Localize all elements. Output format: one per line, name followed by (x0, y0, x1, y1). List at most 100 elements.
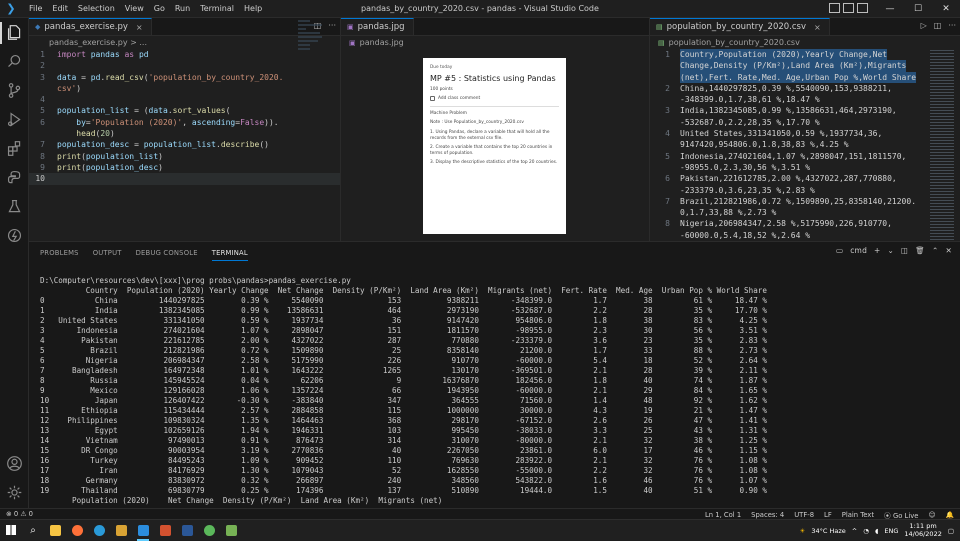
breadcrumb[interactable]: pandas_exercise.py > ... (29, 36, 340, 49)
menu-selection[interactable]: Selection (73, 4, 120, 13)
toggle-sidebar-icon[interactable] (829, 3, 840, 13)
menu-file[interactable]: File (24, 4, 47, 13)
search-icon[interactable] (5, 52, 24, 71)
code-line[interactable]: 1 import pandas as pd (29, 49, 340, 60)
feedback-icon[interactable]: ☺ (928, 511, 935, 519)
more-actions-icon[interactable]: ··· (328, 21, 336, 30)
menu-view[interactable]: View (120, 4, 149, 13)
csv-line[interactable]: (net),Fert. Rate,Med. Age,Urban Pop %,Wo… (650, 71, 960, 83)
run-debug-icon[interactable] (5, 110, 24, 129)
explorer-icon[interactable] (5, 23, 24, 42)
terminal-output[interactable]: D:\Computer\resources\dev\[xxx]\prog pro… (40, 276, 940, 506)
language-mode[interactable]: Plain Text (842, 511, 874, 519)
windows-start-icon[interactable] (0, 520, 22, 541)
file-explorer-icon[interactable] (44, 520, 66, 541)
csv-line[interactable]: 4 United States,331341050,0.59 %,1937734,… (650, 128, 960, 139)
menu-go[interactable]: Go (149, 4, 170, 13)
minimap[interactable] (298, 18, 326, 98)
code-line[interactable]: 8 print(population_list) (29, 151, 340, 162)
panel-tab-output[interactable]: OUTPUT (93, 244, 122, 260)
search-icon[interactable]: ⌕ (22, 520, 44, 541)
language-indicator[interactable]: ENG (884, 527, 898, 535)
csv-line[interactable]: -98955.0,2.3,30,56 %,3.51 % (650, 162, 960, 173)
encoding[interactable]: UTF-8 (794, 511, 814, 519)
maximize-button[interactable]: ☐ (904, 0, 932, 18)
run-file-icon[interactable]: ▷ (921, 21, 927, 30)
split-terminal-icon[interactable]: ◫ (901, 246, 908, 255)
go-live-button[interactable]: ⦿ Go Live (884, 510, 918, 520)
csv-line[interactable]: -233379.0,3.6,23,35 %,2.83 % (650, 185, 960, 196)
notifications-bell-icon[interactable]: 🔔 (946, 511, 954, 519)
remote-explorer-icon[interactable] (5, 226, 24, 245)
code-line[interactable]: 10 (29, 173, 340, 185)
powerpoint-icon[interactable] (154, 520, 176, 541)
account-icon[interactable] (5, 454, 24, 473)
csv-line[interactable]: 2 China,1440297825,0.39 %,5540090,153,938… (650, 83, 960, 94)
csv-line[interactable]: 3 India,1382345085,0.99 %,13586631,464,29… (650, 105, 960, 116)
tab-pandas-exercise-py[interactable]: ◆ pandas_exercise.py × (29, 18, 152, 35)
csv-line[interactable]: 6 Pakistan,221612785,2.00 %,4327022,287,7… (650, 173, 960, 184)
app-icon[interactable] (198, 520, 220, 541)
cursor-position[interactable]: Ln 1, Col 1 (705, 511, 741, 519)
csv-line[interactable]: 8 Nigeria,206984347,2.58 %,5175990,226,91… (650, 218, 960, 229)
weather-text[interactable]: 34°C Haze (811, 527, 845, 535)
close-panel-icon[interactable]: ✕ (946, 246, 952, 255)
code-line[interactable]: 6 by='Population (2020)', ascending=Fals… (29, 117, 340, 128)
testing-icon[interactable] (5, 197, 24, 216)
panel-tab-terminal[interactable]: TERMINAL (211, 244, 248, 261)
trash-icon[interactable]: 🗑 (915, 246, 925, 255)
problems-status[interactable]: ⊗ 0 ⚠ 0 (6, 510, 33, 518)
media-icon[interactable] (110, 520, 132, 541)
code-line[interactable]: 3 data = pd.read_csv('population_by_count… (29, 72, 340, 83)
vscode-taskbar-icon[interactable] (132, 520, 154, 541)
menu-terminal[interactable]: Terminal (195, 4, 239, 13)
wifi-icon[interactable]: ◔ (863, 527, 869, 535)
more-actions-icon[interactable]: ··· (948, 21, 956, 30)
word-icon[interactable] (176, 520, 198, 541)
clock[interactable]: 1:11 pm 14/06/2022 (904, 522, 941, 538)
python-icon[interactable] (5, 168, 24, 187)
tab-population-csv[interactable]: ▤ population_by_country_2020.csv × (650, 18, 830, 35)
new-terminal-icon[interactable]: + (874, 246, 880, 255)
chevron-down-icon[interactable]: ⌄ (888, 246, 894, 255)
csv-line[interactable]: -532687.0,2.2,28,35 %,17.70 % (650, 117, 960, 128)
line-ending[interactable]: LF (824, 511, 832, 519)
panel-tab-debug-console[interactable]: DEBUG CONSOLE (136, 244, 198, 260)
volume-icon[interactable]: ◖ (875, 527, 878, 535)
csv-line[interactable]: 7 Brazil,212821986,0.72 %,1509890,25,8358… (650, 196, 960, 207)
settings-gear-icon[interactable] (5, 483, 24, 502)
minimize-button[interactable]: — (876, 0, 904, 18)
firefox-icon[interactable] (66, 520, 88, 541)
split-editor-icon[interactable]: ◫ (934, 21, 942, 30)
csv-line[interactable]: 0,1.7,33,88 %,2.73 % (650, 207, 960, 218)
tab-pandas-jpg[interactable]: ▣ pandas.jpg (341, 18, 414, 35)
code-line[interactable]: 7 population_desc = population_list.descr… (29, 139, 340, 150)
breadcrumb[interactable]: ▤ population_by_country_2020.csv (650, 36, 960, 49)
code-line[interactable]: csv') (29, 83, 340, 94)
csv-editor[interactable]: 1 Country,Population (2020),Yearly Change… (650, 49, 960, 241)
code-line[interactable]: 5 population_list = (data.sort_values( (29, 105, 340, 116)
close-window-button[interactable]: ✕ (932, 0, 960, 18)
csv-line[interactable]: 1 Country,Population (2020),Yearly Change… (650, 49, 960, 61)
csv-line[interactable]: -60000.0,5.4,18,52 %,2.64 % (650, 230, 960, 241)
chevron-up-icon[interactable]: ⌃ (932, 246, 938, 255)
notes-icon[interactable] (220, 520, 242, 541)
indentation[interactable]: Spaces: 4 (751, 511, 784, 519)
source-control-icon[interactable] (5, 81, 24, 100)
toggle-secondary-sidebar-icon[interactable] (857, 3, 868, 13)
edge-icon[interactable] (88, 520, 110, 541)
code-line[interactable]: 9 print(population_desc) (29, 162, 340, 173)
minimap[interactable] (930, 50, 954, 241)
layout-controls[interactable] (829, 3, 868, 13)
code-line[interactable]: 4 (29, 94, 340, 105)
shell-label[interactable]: cmd (850, 246, 867, 255)
csv-line[interactable]: Change,Density (P/Km²),Land Area (Km²),M… (650, 60, 960, 72)
code-editor[interactable]: 1 import pandas as pd 2 3 data = pd.read_cs… (29, 49, 340, 185)
menu-edit[interactable]: Edit (47, 4, 73, 13)
code-line[interactable]: head(20) (29, 128, 340, 139)
menu-help[interactable]: Help (239, 4, 267, 13)
panel-tab-problems[interactable]: PROBLEMS (40, 244, 79, 260)
tray-overflow-icon[interactable]: ^ (852, 527, 857, 535)
notification-center-icon[interactable]: ▢ (948, 527, 954, 535)
csv-line[interactable]: 5 Indonesia,274021604,1.07 %,2898047,151,… (650, 151, 960, 162)
